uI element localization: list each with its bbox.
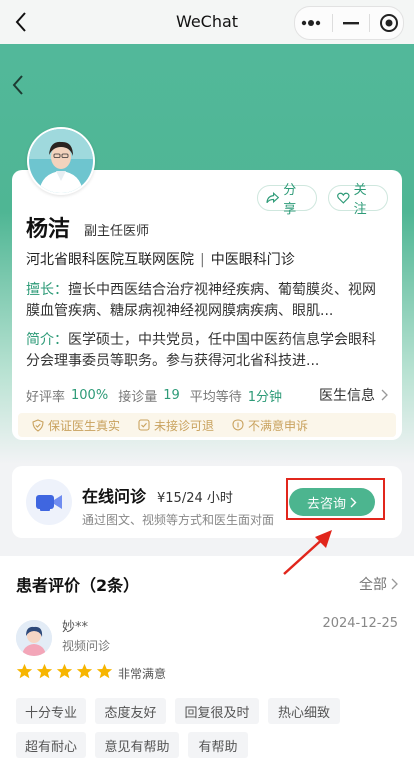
follow-button[interactable]: 关注 [328,183,388,217]
reviewer-avatar [16,620,52,656]
follow-label: 关注 [353,183,367,217]
intro-label: 简介： [26,332,68,348]
minimize-icon[interactable] [342,18,360,28]
stat-label: 好评率 [26,389,66,405]
close-target-icon[interactable] [379,13,399,33]
specialty-text: 擅长中西医结合治疗视神经疾病、葡萄膜炎、视网膜血管疾病、糖尿病视神经视网膜病疾病… [26,282,376,319]
consult-title: 在线问诊 [82,487,147,506]
wechat-top-bar: WeChat [0,0,414,44]
stat-label: 平均等待 [189,389,242,405]
capsule-menu [294,6,404,40]
review-tag: 超有耐心 [16,732,86,758]
consult-price: ¥15/24 小时 [157,491,233,506]
review-rating [16,663,113,680]
capsule-divider [332,14,334,32]
doctor-card: 分享 关注 杨洁 副主任医师 河北省眼科医院互联网医院 | 中医眼科门诊 擅长：擅长… [12,170,402,440]
review-tag: 有帮助 [188,732,248,758]
more-dots-icon[interactable] [299,18,323,28]
video-camera-icon [36,495,62,511]
guarantee-item: 不满意申诉 [232,417,308,434]
star-icon [96,663,113,679]
stat-value: 19 [163,387,180,403]
guarantee-bar: 保证医生真实 未接诊可退 不满意申诉 [18,413,396,437]
chevron-right-icon [381,389,388,401]
guarantee-item: 保证医生真实 [32,417,120,434]
intro-section: 简介：医学硕士，中共党员，任中国中医药信息学会眼科分会理事委员等职务。参与获得河… [26,330,386,372]
guarantee-label: 未接诊可退 [154,418,215,433]
specialty-section: 擅长：擅长中西医结合治疗视神经疾病、葡萄膜炎、视网膜血管疾病、糖尿病视神经视网膜… [26,280,386,322]
star-icon [76,663,93,679]
doctor-hospital: 河北省眼科医院互联网医院 | 中医眼科门诊 [26,249,295,269]
highlight-box [286,478,385,520]
star-icon [16,663,33,679]
reviews-all-label: 全部 [359,577,387,593]
share-label: 分享 [283,183,297,217]
specialty-label: 擅长： [26,282,68,298]
review-date: 2024-12-25 [322,616,398,631]
doctor-stats: 好评率 100% 接诊量 19 平均等待 1分钟 医生信息 [26,385,388,405]
doctor-rank: 副主任医师 [84,224,150,239]
heart-icon [337,192,350,204]
review-tag: 态度友好 [95,698,166,724]
review-satisfaction: 非常满意 [118,667,167,681]
stat-value: 100% [71,387,109,403]
capsule-divider [368,14,370,32]
department-name: 中医眼科门诊 [210,252,295,268]
user-avatar-icon [16,620,52,656]
annotation-arrow-icon [283,530,332,575]
shield-icon [32,418,44,432]
guarantee-label: 不满意申诉 [248,418,309,433]
guarantee-item: 未接诊可退 [138,417,214,434]
check-icon [138,419,150,431]
reviews-all-link[interactable]: 全部 [359,574,398,594]
review-tag: 意见有帮助 [95,732,179,758]
review-tag: 热心细致 [268,698,340,724]
reviewer-name: 妙** [62,620,89,635]
patient-reviews-section: 患者评价（2条） 全部 妙** 视频问诊 2024-12-25 非常满意 十分专… [0,556,414,780]
review-consult-type: 视频问诊 [62,639,111,653]
intro-text: 医学硕士，中共党员，任中国中医药信息学会眼科分会理事委员等职务。参与获得河北省科… [26,332,376,369]
back-arrow-icon[interactable] [8,72,28,98]
doctor-avatar [27,127,95,195]
hospital-name: 河北省眼科医院互联网医院 [26,252,194,268]
star-icon [56,663,73,679]
stat-value: 1分钟 [247,389,283,405]
complaint-icon [232,419,244,431]
guarantee-label: 保证医生真实 [48,418,121,433]
video-consult-badge [26,479,72,525]
review-tag: 回复很及时 [175,698,259,724]
chevron-right-icon [391,578,398,590]
doctor-name: 杨洁 [26,217,71,242]
share-button[interactable]: 分享 [257,183,317,217]
review-tag: 十分专业 [16,698,86,724]
consult-description: 通过图文、视频等方式和医生面对面 [82,513,275,527]
reviews-title: 患者评价（2条） [16,576,140,595]
share-icon [266,192,280,204]
doctor-info-link[interactable]: 医生信息 [319,385,388,405]
divider: | [200,252,205,268]
doctor-info-label: 医生信息 [319,388,375,404]
doctor-portrait-icon [29,129,93,193]
stat-label: 接诊量 [118,389,158,405]
star-icon [36,663,53,679]
